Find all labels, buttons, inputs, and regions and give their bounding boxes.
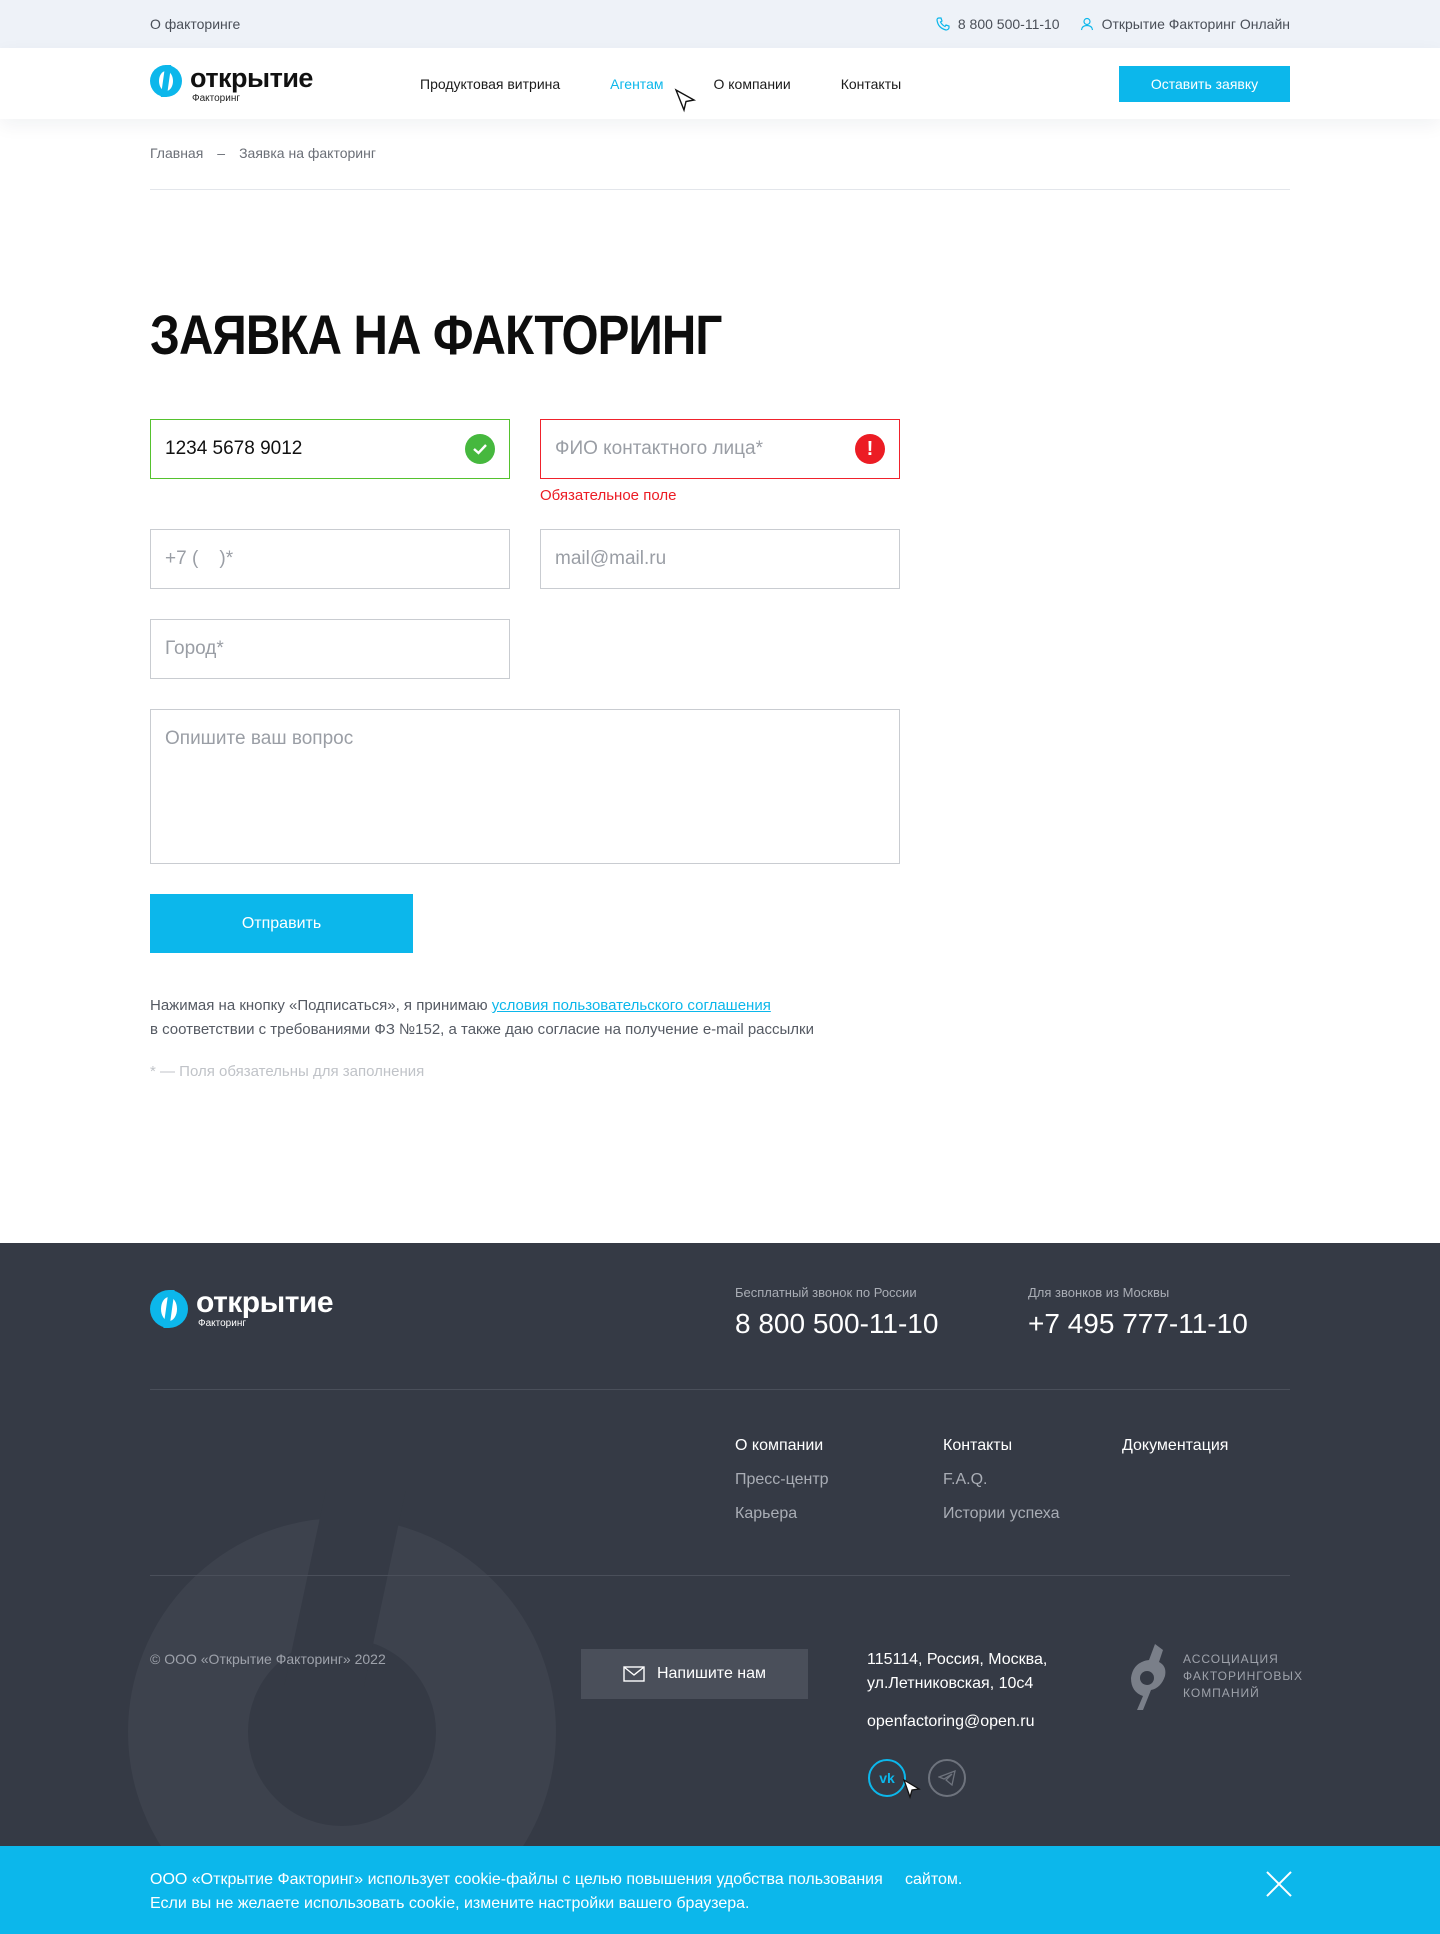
footer-logo[interactable]: открытие Факторинг [150, 1286, 334, 1329]
footer-logo-sub: Факторинг [198, 1318, 246, 1329]
breadcrumb: Главная – Заявка на факторинг [150, 145, 1290, 161]
fio-field[interactable]: ФИО контактного лица* ! [540, 419, 900, 479]
moscow-call-label: Для звонков из Москвы [1028, 1285, 1170, 1300]
logo-sub: Факторинг [192, 93, 240, 104]
footer: открытие Факторинг Бесплатный звонок по … [0, 1243, 1440, 1934]
footer-logo-icon [150, 1290, 188, 1328]
association-line-1: АССОЦИАЦИЯ [1183, 1651, 1279, 1666]
vk-icon[interactable]: vk [868, 1759, 906, 1797]
footer-link-faq[interactable]: F.A.Q. [943, 1463, 1060, 1497]
address: 115114, Россия, Москва, ул.Летниковская,… [867, 1648, 1047, 1696]
submit-button[interactable]: Отправить [150, 894, 413, 953]
write-us-button[interactable]: Напишите нам [581, 1649, 808, 1699]
inn-field[interactable]: 1234 5678 9012 [150, 419, 510, 479]
nav-item-agents[interactable]: Агентам [610, 76, 663, 92]
cookie-line-1: ООО «Открытие Факторинг» использует cook… [150, 1871, 963, 1888]
free-call-block: Бесплатный звонок по России 8 800 500-11… [735, 1285, 938, 1340]
main-nav: Продуктовая витрина Агентам О компании К… [420, 76, 1119, 92]
mouse-cursor-icon [674, 88, 697, 113]
mouse-cursor-icon [902, 1778, 921, 1800]
cookie-line-2: Если вы не желаете использовать cookie, … [150, 1895, 750, 1912]
footer-links-col1: О компании Пресс-центр Карьера [735, 1429, 829, 1531]
required-fields-note: * — Поля обязательны для заполнения [150, 1063, 425, 1080]
logo[interactable]: открытие Факторинг [150, 63, 420, 104]
footer-links-col2: Контакты F.A.Q. Истории успеха [943, 1429, 1060, 1531]
main-header: открытие Факторинг Продуктовая витрина А… [0, 48, 1440, 119]
address-line-1: 115114, Россия, Москва, [867, 1651, 1048, 1668]
footer-links-col3: Документация [1122, 1429, 1228, 1463]
consent-before: Нажимая на кнопку «Подписаться», я прини… [150, 997, 492, 1014]
question-textarea[interactable]: Опишите ваш вопрос [150, 709, 900, 864]
footer-logo-name: открытие [196, 1286, 334, 1319]
free-call-label: Бесплатный звонок по России [735, 1285, 917, 1300]
consent-text: Нажимая на кнопку «Подписаться», я прини… [150, 994, 950, 1042]
fio-field-placeholder: ФИО контактного лица* [555, 438, 763, 459]
association-line-3: КОМПАНИЙ [1183, 1685, 1260, 1700]
footer-email[interactable]: openfactoring@open.ru [867, 1713, 1034, 1731]
moscow-call-phone[interactable]: +7 495 777-11-10 [1028, 1308, 1248, 1340]
consent-after: в соответствии с требованиями ФЗ №152, а… [150, 1021, 814, 1038]
online-account-link[interactable]: Открытие Факторинг Онлайн [1080, 16, 1290, 32]
footer-link-career[interactable]: Карьера [735, 1497, 829, 1531]
page-title: Заявка на факторинг [150, 303, 722, 366]
footer-divider-2 [150, 1575, 1290, 1576]
online-account-label: Открытие Факторинг Онлайн [1101, 16, 1290, 32]
email-field[interactable]: mail@mail.ru [540, 529, 900, 589]
logo-icon [150, 65, 182, 97]
address-line-2: ул.Летниковская, 10с4 [867, 1675, 1034, 1692]
breadcrumb-current: Заявка на факторинг [239, 145, 376, 161]
breadcrumb-home[interactable]: Главная [150, 145, 203, 161]
city-field-placeholder: Город* [165, 638, 224, 659]
cookie-text: ООО «Открытие Факторинг» использует cook… [150, 1868, 1050, 1916]
copyright: © ООО «Открытие Факторинг» 2022 [150, 1651, 386, 1667]
footer-divider [150, 1389, 1290, 1390]
topbar-phone[interactable]: 8 800 500-11-10 [936, 16, 1060, 32]
association-line-2: ФАКТОРИНГОВЫХ [1183, 1668, 1304, 1683]
breadcrumb-separator: – [217, 145, 226, 161]
error-icon: ! [855, 434, 885, 464]
factoring-association-logo[interactable]: АССОЦИАЦИЯ ФАКТОРИНГОВЫХ КОМПАНИЙ [1125, 1640, 1303, 1712]
check-icon [465, 434, 495, 464]
user-agreement-link[interactable]: условия пользовательского соглашения [492, 997, 771, 1014]
association-logo-icon [1131, 1644, 1166, 1710]
phone-field[interactable]: +7 ( )* [150, 529, 510, 589]
nav-item-about[interactable]: О компании [713, 76, 790, 92]
topbar-phone-number: 8 800 500-11-10 [957, 16, 1060, 32]
moscow-call-block: Для звонков из Москвы +7 495 777-11-10 [1028, 1285, 1248, 1340]
telegram-icon[interactable] [928, 1759, 966, 1797]
question-placeholder: Опишите ваш вопрос [165, 728, 354, 749]
phone-field-placeholder: +7 ( )* [165, 548, 234, 569]
inn-field-value: 1234 5678 9012 [165, 438, 303, 459]
write-us-label: Напишите нам [656, 1665, 767, 1682]
divider [150, 189, 1290, 190]
email-field-placeholder: mail@mail.ru [555, 548, 667, 569]
about-factoring-link[interactable]: О факторинге [150, 16, 240, 32]
top-bar: О факторинге 8 800 500-11-10 Открытие Фа… [0, 0, 1440, 48]
close-icon[interactable] [1265, 1870, 1293, 1898]
fio-error-message: Обязательное поле [540, 487, 677, 504]
city-field[interactable]: Город* [150, 619, 510, 679]
user-icon [1080, 17, 1093, 31]
footer-link-about[interactable]: О компании [735, 1429, 829, 1463]
phone-icon [936, 17, 950, 31]
nav-item-products[interactable]: Продуктовая витрина [420, 76, 560, 92]
footer-link-contacts[interactable]: Контакты [943, 1429, 1060, 1463]
footer-link-docs[interactable]: Документация [1122, 1429, 1228, 1463]
cookie-banner: ООО «Открытие Факторинг» использует cook… [0, 1846, 1440, 1934]
free-call-phone[interactable]: 8 800 500-11-10 [735, 1308, 938, 1340]
logo-name: открытие [190, 63, 313, 93]
footer-link-press[interactable]: Пресс-центр [735, 1463, 829, 1497]
mail-icon [623, 1666, 645, 1682]
nav-item-contacts[interactable]: Контакты [841, 76, 901, 92]
apply-button[interactable]: Оставить заявку [1119, 65, 1290, 102]
footer-link-success-stories[interactable]: Истории успеха [943, 1497, 1060, 1531]
